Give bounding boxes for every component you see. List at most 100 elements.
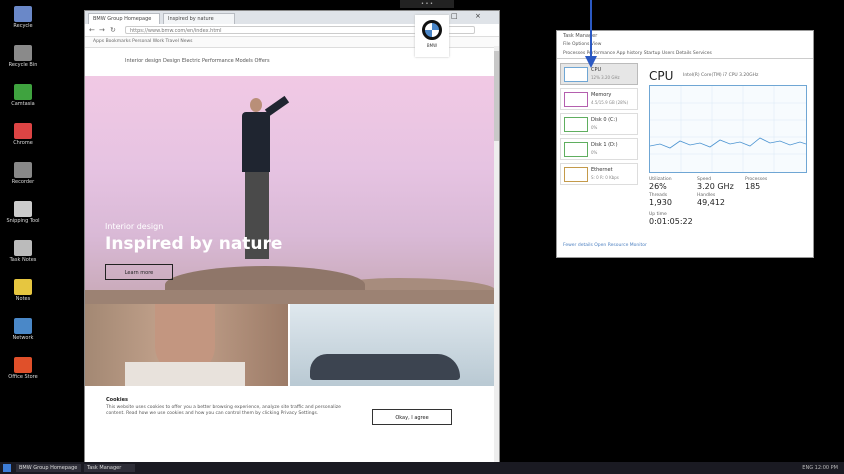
hero-person: [264, 95, 290, 117]
hero-person: [250, 98, 262, 112]
desktop-icon[interactable]: Recorder: [5, 162, 41, 185]
office-icon: [14, 357, 32, 373]
cpu-stat: Threads 1,930: [649, 193, 697, 207]
forward-icon[interactable]: →: [99, 26, 105, 34]
system-tray[interactable]: ENG 12:00 PM: [802, 464, 838, 472]
mini-graph: [564, 142, 588, 157]
performance-item-value: 0%: [591, 150, 598, 155]
mini-graph: [564, 167, 588, 182]
snipping-tool-icon: [14, 201, 32, 217]
taskbar-button-taskmanager[interactable]: Task Manager: [84, 464, 135, 472]
reload-icon[interactable]: ↻: [110, 26, 116, 34]
task-manager-title: Task Manager: [563, 33, 598, 39]
scrollbar-thumb[interactable]: [494, 51, 499, 141]
desktop-icon-label: Camtasia: [11, 101, 35, 107]
desktop-icon[interactable]: Office Store: [5, 357, 41, 380]
hero-learn-more-button[interactable]: Learn more: [105, 264, 173, 280]
performance-item[interactable]: Disk 1 (D:) 0%: [560, 138, 638, 160]
mini-graph: [564, 92, 588, 107]
cpu-stat: Handles 49,412: [697, 193, 745, 207]
desktop-icon[interactable]: Camtasia: [5, 84, 41, 107]
desktop-icon-label: Recorder: [11, 179, 35, 185]
desktop-icon-label: Office Store: [8, 374, 38, 380]
remote-control-bar[interactable]: • • •: [400, 0, 454, 8]
desktop-icon-label: Chrome: [13, 140, 33, 146]
taskbar-button-browser[interactable]: BMW Group Homepage: [16, 464, 81, 472]
desktop-icon[interactable]: Recycle: [5, 6, 41, 29]
desktop-icon[interactable]: Network: [5, 318, 41, 341]
cookie-accept-button[interactable]: Okay, I agree: [372, 409, 452, 425]
desktop-icon-label: Network: [12, 335, 34, 341]
hero-headline: Inspired by nature: [105, 234, 283, 254]
cpu-stat-value: 185: [745, 182, 761, 191]
browser-tab-2[interactable]: Inspired by nature: [163, 13, 235, 24]
performance-item-name: Disk 1 (D:): [591, 142, 618, 148]
file-icon: [14, 279, 32, 295]
bmw-logo-label: BMW: [426, 43, 438, 48]
cpu-stat: Speed 3.20 GHz: [697, 177, 745, 191]
performance-item-value: 0%: [591, 125, 598, 130]
bmw-logo[interactable]: BMW: [415, 15, 449, 57]
cpu-stats: Utilization 26% Speed 3.20 GHz Processes 185 T…: [649, 177, 809, 226]
desktop-icon-label: Recycle Bin: [8, 62, 38, 68]
performance-item[interactable]: Memory 4.5/15.9 GB (28%): [560, 88, 638, 110]
car-shape: [310, 354, 460, 380]
task-manager-footer-links[interactable]: Fewer details Open Resource Monitor: [563, 243, 647, 248]
bmw-roundel-icon: [422, 20, 442, 40]
desktop-icon[interactable]: Chrome: [5, 123, 41, 146]
desktop-icon[interactable]: Recycle Bin: [5, 45, 41, 68]
close-icon[interactable]: ×: [475, 12, 481, 20]
performance-item[interactable]: Disk 0 (C:) 0%: [560, 113, 638, 135]
hero-person: [242, 112, 270, 172]
performance-item-name: Disk 0 (C:): [591, 117, 618, 123]
cpu-stat-value: 49,412: [697, 198, 725, 207]
back-icon[interactable]: ←: [89, 26, 95, 34]
cpu-stat: Utilization 26%: [649, 177, 697, 191]
portrait-photo[interactable]: [85, 304, 288, 386]
browser-window: BMW Group Homepage Inspired by nature – …: [84, 10, 500, 464]
recorder-icon: [14, 162, 32, 178]
cpu-model: Intel(R) Core(TM) i7 CPU 3.20GHz: [683, 73, 759, 78]
start-icon[interactable]: [3, 464, 11, 472]
notes-icon: [14, 240, 32, 256]
performance-item-value: 12% 3.20 GHz: [591, 75, 620, 80]
performance-item-value: S: 0 R: 0 Kbps: [591, 175, 619, 180]
portrait-shirt: [125, 362, 245, 386]
performance-item-name: Ethernet: [591, 167, 613, 173]
cookie-text: This website uses cookies to offer you a…: [106, 405, 341, 416]
cpu-heading: CPU: [649, 69, 674, 83]
mini-graph: [564, 67, 588, 82]
recycle-bin-icon: [14, 45, 32, 61]
task-manager-menu[interactable]: File Options View: [557, 41, 813, 49]
cpu-stat-value: 1,930: [649, 198, 672, 207]
cpu-usage-graph: [649, 85, 807, 173]
hero-kicker: Interior design: [105, 222, 164, 231]
network-icon: [14, 318, 32, 334]
cpu-stat: Processes 185: [745, 177, 793, 191]
desktop: Recycle Recycle Bin Camtasia Chrome Recorder…: [0, 0, 844, 464]
site-nav-links[interactable]: Interior design Design Electric Performa…: [125, 58, 270, 64]
performance-item-value: 4.5/15.9 GB (28%): [591, 100, 629, 105]
cookie-banner: Cookies This website uses cookies to off…: [106, 397, 476, 451]
desktop-icon[interactable]: Notes: [5, 279, 41, 302]
taskbar: BMW Group Homepage Task Manager ENG 12:0…: [0, 462, 844, 474]
desktop-icon[interactable]: Task Notes: [5, 240, 41, 263]
photo-row: [85, 304, 499, 386]
chrome-icon: [14, 123, 32, 139]
performance-item[interactable]: CPU 12% 3.20 GHz: [560, 63, 638, 85]
folder-icon: [14, 6, 32, 22]
desktop-icon[interactable]: Snipping Tool: [5, 201, 41, 224]
hero-banner: Interior design Inspired by nature Learn…: [85, 76, 499, 304]
maximize-icon[interactable]: □: [451, 12, 458, 20]
camtasia-icon: [14, 84, 32, 100]
desktop-icon-label: Notes: [15, 296, 31, 302]
car-photo[interactable]: [290, 304, 499, 386]
cpu-stat-value: 26%: [649, 182, 667, 191]
hero-ground: [85, 290, 499, 304]
performance-item[interactable]: Ethernet S: 0 R: 0 Kbps: [560, 163, 638, 185]
performance-item-name: Memory: [591, 92, 612, 98]
mini-graph: [564, 117, 588, 132]
desktop-icon-label: Recycle: [13, 23, 33, 29]
cpu-usage-line: [650, 137, 806, 149]
browser-tab-1[interactable]: BMW Group Homepage: [88, 13, 160, 24]
